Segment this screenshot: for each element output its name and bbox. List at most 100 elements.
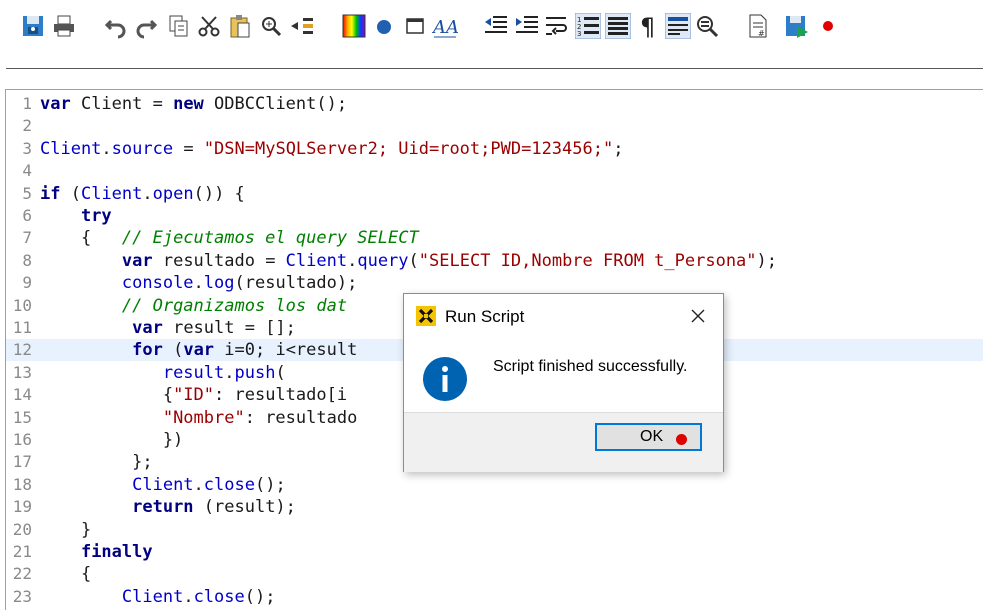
code-line[interactable]: 18 Client.close(); [6,474,983,496]
circle-icon[interactable] [371,13,397,39]
code-token: (result); [193,497,296,518]
code-text: { // Ejecutamos el query SELECT [40,227,419,249]
code-line[interactable]: 6 try [6,205,983,227]
code-token: (resultado); [234,273,358,294]
code-text: result.push( [40,362,286,384]
redo-icon[interactable] [133,13,159,39]
copy-icon[interactable] [166,13,192,39]
code-token: push [234,362,276,383]
code-line[interactable]: 9 console.log(resultado); [6,272,983,294]
code-text: var Client = new ODBCClient(); [40,93,347,115]
record-icon[interactable] [815,13,841,39]
code-token: ( [408,250,419,271]
svg-text:#: # [758,29,765,38]
code-token: = [173,138,204,159]
line-number: 1 [22,94,32,113]
code-line[interactable]: 21 finally [6,541,983,563]
line-number: 21 [12,542,32,561]
code-text: } [40,519,91,541]
code-text: try [40,205,112,227]
code-token: result [162,362,225,383]
code-token: "ID" [173,385,215,406]
code-token: if [40,183,61,204]
paste-icon[interactable] [227,13,253,39]
code-token: i=0; i<result [214,340,358,361]
code-text: Client.close(); [40,586,276,608]
find-icon[interactable] [289,13,315,39]
line-number: 2 [22,116,32,136]
code-token: (); [254,474,286,495]
list-icon[interactable] [605,13,631,39]
zoom-icon[interactable] [258,13,284,39]
code-token: ( [162,340,184,361]
code-token: . [193,474,204,495]
ok-button[interactable]: OK [595,423,702,451]
code-token: for [132,340,163,361]
line-number: 16 [12,430,32,449]
line-number: 9 [22,273,32,293]
code-text: {"ID": resultado[i [40,384,347,406]
code-line[interactable]: 2 [6,115,983,137]
code-token: var [40,94,71,114]
svg-text:AA: AA [432,17,458,38]
line-number: 22 [12,564,32,584]
code-text: return (result); [40,496,296,518]
code-text: if (Client.open()) { [40,183,245,205]
line-number: 18 [12,474,32,494]
code-line[interactable]: 19 return (result); [6,496,983,518]
code-token: . [101,138,112,159]
code-token: close [203,474,255,495]
code-text: finally [40,541,153,563]
code-token: { [40,228,122,249]
code-line[interactable]: 7 { // Ejecutamos el query SELECT [6,227,983,249]
line-number: 13 [12,362,32,382]
cut-icon[interactable] [196,13,222,39]
save-icon[interactable] [20,13,46,39]
code-token: . [142,183,153,204]
print-icon[interactable] [51,13,77,39]
line-number: 15 [12,407,32,427]
code-token: Client [121,586,184,607]
outdent-icon[interactable] [483,13,509,39]
code-token: var [121,250,153,271]
code-line[interactable]: 8 var resultado = Client.query("SELECT I… [6,250,983,272]
window-icon[interactable] [402,13,428,39]
code-token: "SELECT ID,Nombre FROM t_Persona" [418,250,757,271]
code-token: source [111,138,174,159]
word-wrap-icon[interactable] [544,13,570,39]
run-script-icon[interactable] [784,13,810,39]
code-line[interactable]: 22 { [6,563,983,585]
code-line[interactable]: 4 [6,160,983,182]
code-line[interactable]: 1 var Client = new ODBCClient(); [6,93,983,115]
code-token: resultado = [152,250,286,271]
indent-icon[interactable] [514,13,540,39]
close-icon[interactable] [688,306,708,326]
code-token: finally [80,542,153,562]
code-token: var [183,340,215,361]
color-icon[interactable] [341,13,367,39]
view-icon[interactable] [665,13,691,39]
code-text: { [40,563,91,585]
code-line[interactable]: 20 } [6,519,983,541]
code-token: ()) { [193,183,245,204]
code-line[interactable]: 23 Client.close(); [6,586,983,608]
toolbar: AA 123 ¶ # [0,0,983,60]
toolbar-separator [6,68,983,69]
code-token: ( [275,362,286,383]
document-icon[interactable]: # [745,13,771,39]
line-numbers-icon[interactable]: 123 [575,13,601,39]
font-icon[interactable]: AA [432,13,458,39]
line-number: 8 [22,250,32,270]
code-line[interactable]: 5 if (Client.open()) { [6,183,983,205]
line-number: 3 [22,138,32,158]
code-line[interactable]: 3 Client.source = "DSN=MySQLServer2; Uid=… [6,138,983,160]
inspect-icon[interactable] [694,13,720,39]
dialog-message: Script finished successfully. [493,358,688,375]
pilcrow-icon[interactable]: ¶ [636,13,662,39]
record-indicator-icon [676,434,687,445]
undo-icon[interactable] [103,13,129,39]
